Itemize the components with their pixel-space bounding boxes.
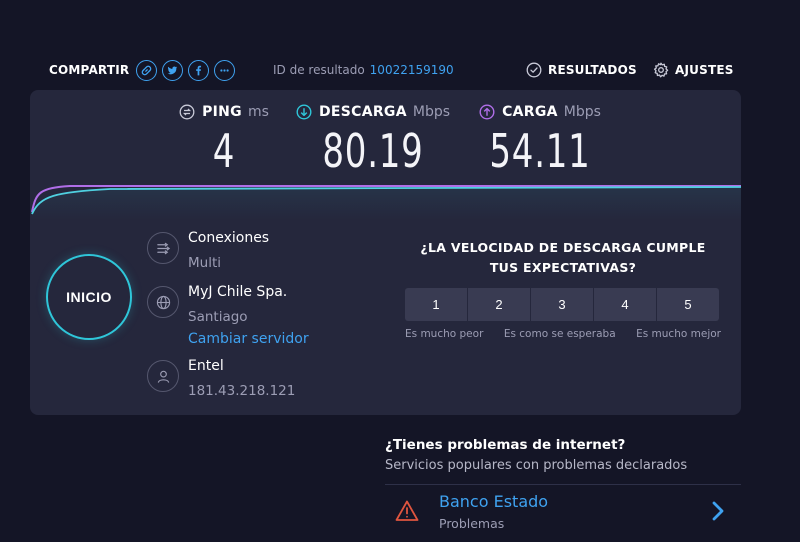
connections-icon xyxy=(147,232,179,264)
problem-item[interactable]: Banco Estado Problemas xyxy=(385,485,741,542)
upload-unit: Mbps xyxy=(563,104,601,120)
results-label: RESULTADOS xyxy=(548,63,637,77)
server-city: Santiago xyxy=(188,309,248,325)
chevron-right-icon[interactable] xyxy=(709,500,727,522)
download-unit: Mbps xyxy=(412,104,451,120)
server-info: MyJ Chile Spa. Santiago Cambiar servidor xyxy=(147,282,309,349)
ping-icon xyxy=(179,104,195,120)
isp-ip: 181.43.218.121 xyxy=(188,383,296,399)
results-panel: PING ms 4 DESCARGA Mbps 80.19 CARGA Mbps… xyxy=(30,90,741,415)
server-name: MyJ Chile Spa. xyxy=(188,284,288,300)
download-metric: DESCARGA Mbps 80.19 xyxy=(288,102,458,174)
settings-label: AJUSTES xyxy=(675,63,734,77)
facebook-icon[interactable] xyxy=(188,59,210,81)
user-icon xyxy=(147,360,179,392)
speed-graph xyxy=(31,185,741,220)
rating-option-5[interactable]: 5 xyxy=(657,288,719,321)
share-label: COMPARTIR xyxy=(49,63,130,77)
ping-value: 4 xyxy=(212,124,236,178)
rating-option-3[interactable]: 3 xyxy=(531,288,593,321)
download-icon xyxy=(296,104,312,120)
isp-name: Entel xyxy=(188,358,224,374)
rating-option-2[interactable]: 2 xyxy=(468,288,530,321)
connections-value: Multi xyxy=(188,255,221,271)
upload-label: CARGA xyxy=(502,104,558,120)
settings-link[interactable]: AJUSTES xyxy=(653,62,734,78)
ping-metric: PING ms 4 xyxy=(164,102,284,174)
download-value: 80.19 xyxy=(322,124,424,178)
result-id-label: ID de resultado xyxy=(273,63,365,77)
ping-unit: ms xyxy=(247,104,269,120)
result-id-link[interactable]: 10022159190 xyxy=(370,63,454,77)
upload-metric: CARGA Mbps 54.11 xyxy=(470,102,610,174)
gear-icon xyxy=(653,62,669,78)
upload-icon xyxy=(479,104,495,120)
upload-value: 54.11 xyxy=(489,124,591,178)
download-area xyxy=(32,187,741,220)
rating-low-label: Es mucho peor xyxy=(405,328,484,340)
rating-labels: Es mucho peor Es como se esperaba Es muc… xyxy=(405,328,721,340)
rating-high-label: Es mucho mejor xyxy=(636,328,721,340)
results-link[interactable]: RESULTADOS xyxy=(526,62,637,78)
problems-subtitle: Servicios populares con problemas declar… xyxy=(385,458,688,473)
more-icon[interactable] xyxy=(214,59,236,81)
globe-icon xyxy=(147,286,179,318)
connections-label: Conexiones xyxy=(188,230,270,246)
isp-info: Entel 181.43.218.121 xyxy=(147,356,295,401)
link-icon[interactable] xyxy=(136,59,158,81)
result-id: ID de resultado 10022159190 xyxy=(273,63,454,77)
rating-mid-label: Es como se esperaba xyxy=(503,328,616,340)
ping-label: PING xyxy=(202,104,242,120)
problem-service-name: Banco Estado xyxy=(439,492,549,511)
twitter-icon[interactable] xyxy=(162,59,184,81)
survey-question: ¿LA VELOCIDAD DE DESCARGA CUMPLE TUS EXP… xyxy=(420,240,706,275)
problem-status: Problemas xyxy=(439,516,505,531)
download-label: DESCARGA xyxy=(318,104,407,120)
connections-info: Conexiones Multi xyxy=(147,228,269,273)
rating-scale: 1 2 3 4 5 xyxy=(405,288,720,321)
top-bar: COMPARTIR ID de resultado 10022159190 RES… xyxy=(49,56,737,84)
check-circle-icon xyxy=(526,62,542,78)
warning-icon xyxy=(395,500,419,521)
rating-option-4[interactable]: 4 xyxy=(594,288,656,321)
change-server-link[interactable]: Cambiar servidor xyxy=(188,329,309,349)
problems-title: ¿Tienes problemas de internet? xyxy=(385,437,626,453)
rating-option-1[interactable]: 1 xyxy=(405,288,467,321)
start-button[interactable]: INICIO xyxy=(46,254,132,340)
